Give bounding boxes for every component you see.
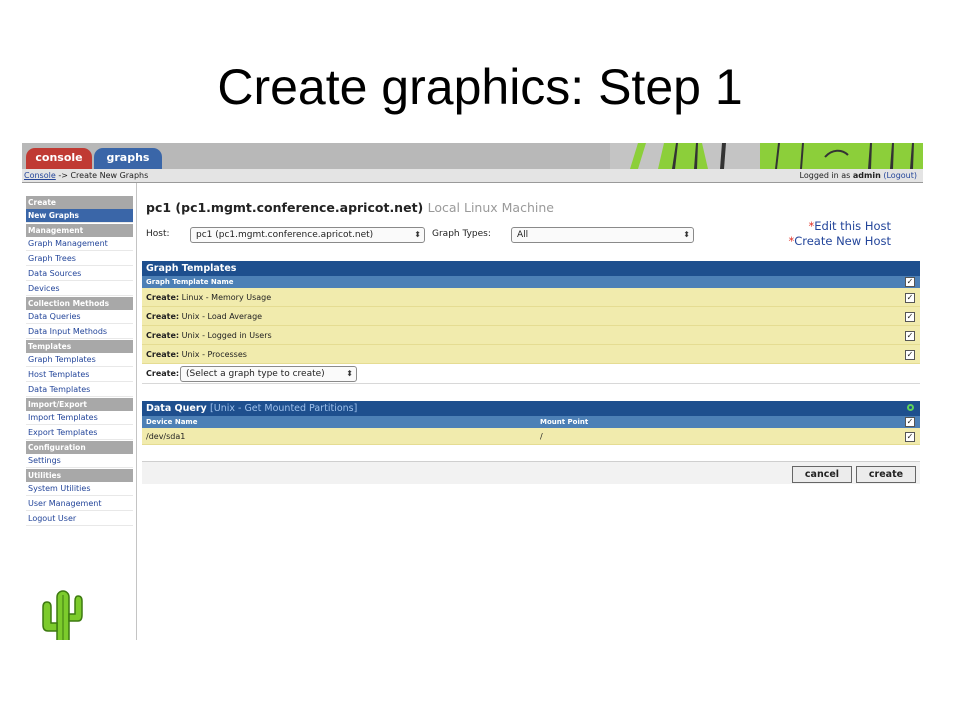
dropdown-arrows-icon: ⬍ — [346, 369, 353, 378]
edit-host-text: Edit this Host — [814, 219, 891, 233]
host-name: pc1 (pc1.mgmt.conference.apricot.net) — [146, 200, 424, 215]
row-create-prefix: Create: — [146, 293, 180, 302]
cacti-screenshot: console graphs Console -> Create New Gra… — [22, 143, 923, 640]
row-template-name: Unix - Processes — [181, 350, 247, 359]
graph-type-select-value: (Select a graph type to create) — [186, 369, 325, 379]
data-query-subtitle: [Unix - Get Mounted Partitions] — [210, 403, 358, 414]
graph-types-select[interactable]: All ⬍ — [511, 227, 694, 243]
host-description: Local Linux Machine — [427, 200, 554, 215]
tab-console[interactable]: console — [26, 148, 92, 169]
row-create-prefix: Create: — [146, 350, 180, 359]
table-row: Create: Unix - Load Average ✓ — [142, 307, 920, 326]
top-banner: console graphs — [22, 143, 923, 169]
sidebar-item-export-templates[interactable]: Export Templates — [26, 426, 133, 440]
sidebar-item-data-queries[interactable]: Data Queries — [26, 310, 133, 324]
cactus-banner-art — [610, 143, 923, 169]
row-checkbox[interactable]: ✓ — [905, 432, 915, 442]
login-prefix: Logged in as — [799, 171, 851, 180]
data-query-title: Data Query — [146, 403, 207, 414]
sidebar-item-logout-user[interactable]: Logout User — [26, 512, 133, 526]
edit-host-link[interactable]: *Edit this Host — [809, 219, 892, 233]
row-template-name: Unix - Logged in Users — [181, 331, 272, 340]
sidebar-header-templates: Templates — [26, 340, 133, 353]
select-all-devices-checkbox[interactable]: ✓ — [905, 417, 915, 427]
mount-point-cell: / — [540, 432, 543, 441]
graph-templates-header: Graph Templates — [142, 261, 920, 276]
sidebar-header-configuration: Configuration — [26, 441, 133, 454]
select-all-templates-checkbox[interactable]: ✓ — [905, 277, 915, 287]
sidebar-item-devices[interactable]: Devices — [26, 282, 133, 296]
cancel-button[interactable]: cancel — [792, 466, 852, 483]
graph-types-value: All — [517, 230, 529, 240]
sidebar-item-host-templates[interactable]: Host Templates — [26, 368, 133, 382]
sidebar-item-graph-trees[interactable]: Graph Trees — [26, 252, 133, 266]
create-graph-type-label: Create: — [146, 369, 180, 378]
sidebar-header-create: Create — [26, 196, 133, 209]
table-row: /dev/sda1 / ✓ — [142, 428, 920, 445]
graph-types-label: Graph Types: — [432, 229, 491, 239]
sidebar-header-management: Management — [26, 224, 133, 237]
dropdown-arrows-icon: ⬍ — [683, 230, 690, 239]
graph-type-select[interactable]: (Select a graph type to create) ⬍ — [180, 366, 357, 382]
row-checkbox[interactable]: ✓ — [905, 331, 915, 341]
sidebar-item-graph-management[interactable]: Graph Management — [26, 237, 133, 251]
sidebar-header-import-export: Import/Export — [26, 398, 133, 411]
host-select[interactable]: pc1 (pc1.mgmt.conference.apricot.net) ⬍ — [190, 227, 425, 243]
sidebar-item-data-sources[interactable]: Data Sources — [26, 267, 133, 281]
sidebar-item-import-templates[interactable]: Import Templates — [26, 411, 133, 425]
table-row: Create: Unix - Logged in Users ✓ — [142, 326, 920, 345]
host-select-value: pc1 (pc1.mgmt.conference.apricot.net) — [196, 230, 374, 240]
sidebar-item-data-input-methods[interactable]: Data Input Methods — [26, 325, 133, 339]
slide-title: Create graphics: Step 1 — [217, 59, 743, 115]
mount-point-column: Mount Point — [540, 418, 589, 426]
device-name-cell: /dev/sda1 — [146, 432, 186, 441]
dropdown-arrows-icon: ⬍ — [414, 230, 421, 239]
sidebar-header-utilities: Utilities — [26, 469, 133, 482]
row-checkbox[interactable]: ✓ — [905, 312, 915, 322]
row-template-name: Unix - Load Average — [181, 312, 263, 321]
logout-link[interactable]: (Logout) — [883, 171, 917, 180]
action-bar: cancel create — [142, 461, 920, 484]
sidebar-item-new-graphs[interactable]: New Graphs — [26, 209, 133, 223]
breadcrumb-bar: Console -> Create New Graphs Logged in a… — [22, 169, 923, 183]
breadcrumb-current: Create New Graphs — [70, 171, 149, 180]
tab-graphs[interactable]: graphs — [94, 148, 162, 169]
row-checkbox[interactable]: ✓ — [905, 293, 915, 303]
row-checkbox[interactable]: ✓ — [905, 350, 915, 360]
row-create-prefix: Create: — [146, 331, 180, 340]
table-row: Create: Linux - Memory Usage ✓ — [142, 288, 920, 307]
host-heading: pc1 (pc1.mgmt.conference.apricot.net) Lo… — [146, 200, 554, 215]
sidebar-item-settings[interactable]: Settings — [26, 454, 133, 468]
graph-template-name-column: Graph Template Name — [146, 278, 234, 286]
create-host-text: Create New Host — [794, 234, 891, 248]
cacti-logo-icon — [42, 590, 83, 640]
sidebar-item-data-templates[interactable]: Data Templates — [26, 383, 133, 397]
data-query-header: Data Query [Unix - Get Mounted Partition… — [142, 401, 920, 416]
breadcrumb-console-link[interactable]: Console — [24, 171, 56, 180]
create-host-link[interactable]: *Create New Host — [788, 234, 891, 248]
row-template-name: Linux - Memory Usage — [181, 293, 272, 302]
breadcrumb: Console -> Create New Graphs — [24, 169, 148, 182]
create-button[interactable]: create — [856, 466, 916, 483]
data-query-column-header: Device Name Mount Point ✓ — [142, 416, 920, 428]
sidebar: Create New Graphs Management Graph Manag… — [22, 183, 137, 640]
sidebar-header-collection-methods: Collection Methods — [26, 297, 133, 310]
login-user: admin — [852, 171, 881, 180]
host-label: Host: — [146, 229, 170, 239]
table-row: Create: Unix - Processes ✓ — [142, 345, 920, 364]
graph-templates-column-header: Graph Template Name ✓ — [142, 276, 920, 288]
breadcrumb-separator: -> — [58, 171, 68, 180]
sidebar-item-system-utilities[interactable]: System Utilities — [26, 482, 133, 496]
sidebar-item-user-management[interactable]: User Management — [26, 497, 133, 511]
sidebar-item-graph-templates[interactable]: Graph Templates — [26, 353, 133, 367]
row-create-prefix: Create: — [146, 312, 180, 321]
main-content: pc1 (pc1.mgmt.conference.apricot.net) Lo… — [140, 183, 921, 640]
device-name-column: Device Name — [146, 418, 198, 426]
login-status: Logged in as admin (Logout) — [800, 169, 917, 182]
status-circle-icon — [907, 404, 914, 411]
create-graph-type-row: Create: (Select a graph type to create) … — [142, 364, 920, 384]
